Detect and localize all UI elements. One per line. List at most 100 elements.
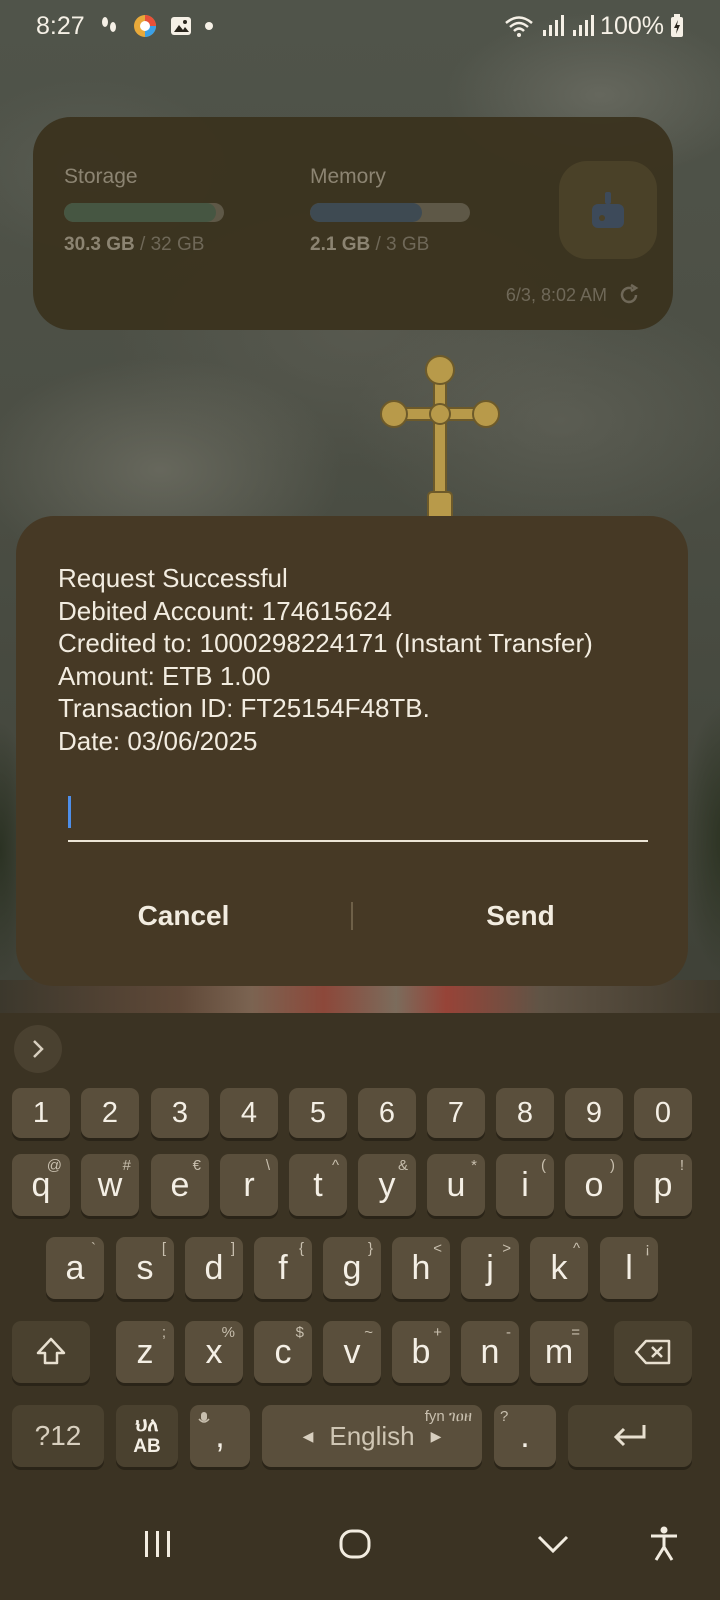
storage-progress-bar [64, 203, 224, 222]
message-line: Request Successful [58, 563, 288, 593]
key-y[interactable]: y & [358, 1154, 416, 1216]
key-2[interactable]: 2 [81, 1088, 139, 1138]
dialog-message: Request Successful Debited Account: 1746… [58, 562, 593, 757]
key-j[interactable]: j > [461, 1237, 519, 1299]
key-g[interactable]: g} [323, 1237, 381, 1299]
home-icon [339, 1529, 371, 1559]
keyboard: 1 2 3 4 5 6 7 8 9 0 q @ w # e € r \ t ^ y & u *… [0, 1013, 720, 1490]
key-l[interactable]: l ¡ [600, 1237, 658, 1299]
message-line: Debited Account: 174615624 [58, 595, 392, 626]
hide-keyboard-button[interactable] [521, 1512, 585, 1576]
key-c[interactable]: c $ [254, 1321, 312, 1383]
space-key[interactable]: fyn ገዐዘ ◀ English ▶ [262, 1405, 482, 1467]
key-7[interactable]: 7 [427, 1088, 485, 1138]
language-switch-key[interactable]: ህለ AB [116, 1405, 178, 1467]
cancel-button[interactable]: Cancel [16, 900, 351, 932]
key-n[interactable]: n- [461, 1321, 519, 1383]
clock: 8:27 [36, 11, 85, 40]
backspace-icon [634, 1339, 671, 1365]
storage-progress-fill [64, 203, 216, 222]
dialog-buttons: Cancel Send [16, 876, 688, 956]
key-w[interactable]: w # [81, 1154, 139, 1216]
refresh-timestamp: 6/3, 8:02 AM [505, 284, 607, 305]
key-x[interactable]: x% [185, 1321, 243, 1383]
recents-button[interactable] [126, 1512, 190, 1576]
key-m[interactable]: m = [530, 1321, 588, 1383]
period-key[interactable]: ? . [494, 1405, 556, 1467]
key-4[interactable]: 4 [220, 1088, 278, 1138]
status-bar: 8:27 100% [0, 0, 720, 52]
storage-value: 30.3 GB / 32 GB [64, 234, 205, 255]
chevron-right-icon [33, 1040, 44, 1058]
key-d[interactable]: d] [185, 1237, 243, 1299]
recents-icon [145, 1531, 170, 1557]
ussd-dialog: Request Successful Debited Account: 1746… [16, 516, 688, 986]
battery-charging-icon [671, 14, 683, 37]
key-9[interactable]: 9 [565, 1088, 623, 1138]
key-1[interactable]: 1 [12, 1088, 70, 1138]
enter-key[interactable] [568, 1405, 692, 1467]
signal-icon [573, 15, 595, 36]
key-r[interactable]: r \ [220, 1154, 278, 1216]
backspace-key[interactable] [614, 1321, 692, 1383]
refresh-icon[interactable] [617, 283, 641, 307]
key-6[interactable]: 6 [358, 1088, 416, 1138]
storage-section: Storage 30.3 GB / 32 GB [64, 165, 224, 256]
memory-value: 2.1 GB / 3 GB [310, 234, 430, 255]
reply-input[interactable] [68, 784, 648, 842]
chevron-down-icon [537, 1535, 569, 1554]
last-refresh: 6/3, 8:02 AM [506, 283, 641, 307]
key-5[interactable]: 5 [289, 1088, 347, 1138]
comma-key[interactable]: , [190, 1405, 250, 1467]
gallery-icon [170, 17, 191, 35]
key-k[interactable]: k ^ [530, 1237, 588, 1299]
battery-percent: 100% [600, 11, 664, 40]
device-care-widget[interactable]: Storage 30.3 GB / 32 GB Memory 2.1 GB / … [33, 117, 673, 330]
key-s[interactable]: s[ [116, 1237, 174, 1299]
key-v[interactable]: v ~ [323, 1321, 381, 1383]
key-0[interactable]: 0 [634, 1088, 692, 1138]
enter-icon [613, 1425, 646, 1447]
home-button[interactable] [323, 1512, 387, 1576]
text-caret [68, 796, 71, 828]
shift-icon [36, 1337, 66, 1365]
accessibility-button[interactable] [632, 1512, 696, 1576]
memory-progress-bar [310, 203, 470, 222]
key-f[interactable]: f{ [254, 1237, 312, 1299]
key-e[interactable]: e € [151, 1154, 209, 1216]
storage-label: Storage [64, 165, 138, 188]
accessibility-icon [651, 1526, 677, 1561]
wifi-icon [505, 16, 533, 37]
key-z[interactable]: z; [116, 1321, 174, 1383]
toolbar-expand-button[interactable] [14, 1025, 62, 1073]
symbols-key[interactable]: ?12 [12, 1405, 104, 1467]
key-a[interactable]: a ` [46, 1237, 104, 1299]
send-button[interactable]: Send [353, 900, 688, 932]
cross-image [380, 355, 500, 522]
broom-icon [592, 192, 624, 228]
memory-label: Memory [310, 165, 386, 188]
key-t[interactable]: t ^ [289, 1154, 347, 1216]
message-line: Date: 03/06/2025 [58, 725, 258, 756]
key-h[interactable]: h < [392, 1237, 450, 1299]
app-notification-icon [133, 15, 156, 37]
key-3[interactable]: 3 [151, 1088, 209, 1138]
key-p[interactable]: p! [634, 1154, 692, 1216]
message-line: Amount: ETB 1.00 [58, 660, 271, 691]
memory-section: Memory 2.1 GB / 3 GB [310, 165, 470, 256]
signal-icon [543, 15, 565, 36]
microphone-icon [198, 1412, 210, 1423]
key-b[interactable]: b + [392, 1321, 450, 1383]
key-8[interactable]: 8 [496, 1088, 554, 1138]
message-line: Credited to: 1000298224171 (Instant Tran… [58, 628, 593, 658]
chevron-right-icon: ▶ [430, 1427, 442, 1444]
memory-progress-fill [310, 203, 422, 222]
key-o[interactable]: o) [565, 1154, 623, 1216]
shift-key[interactable] [12, 1321, 90, 1383]
key-u[interactable]: u * [427, 1154, 485, 1216]
key-i[interactable]: i( [496, 1154, 554, 1216]
key-q[interactable]: q @ [12, 1154, 70, 1216]
chevron-left-icon: ◀ [302, 1427, 314, 1444]
navigation-bar [0, 1490, 720, 1600]
clean-button[interactable] [559, 161, 657, 259]
